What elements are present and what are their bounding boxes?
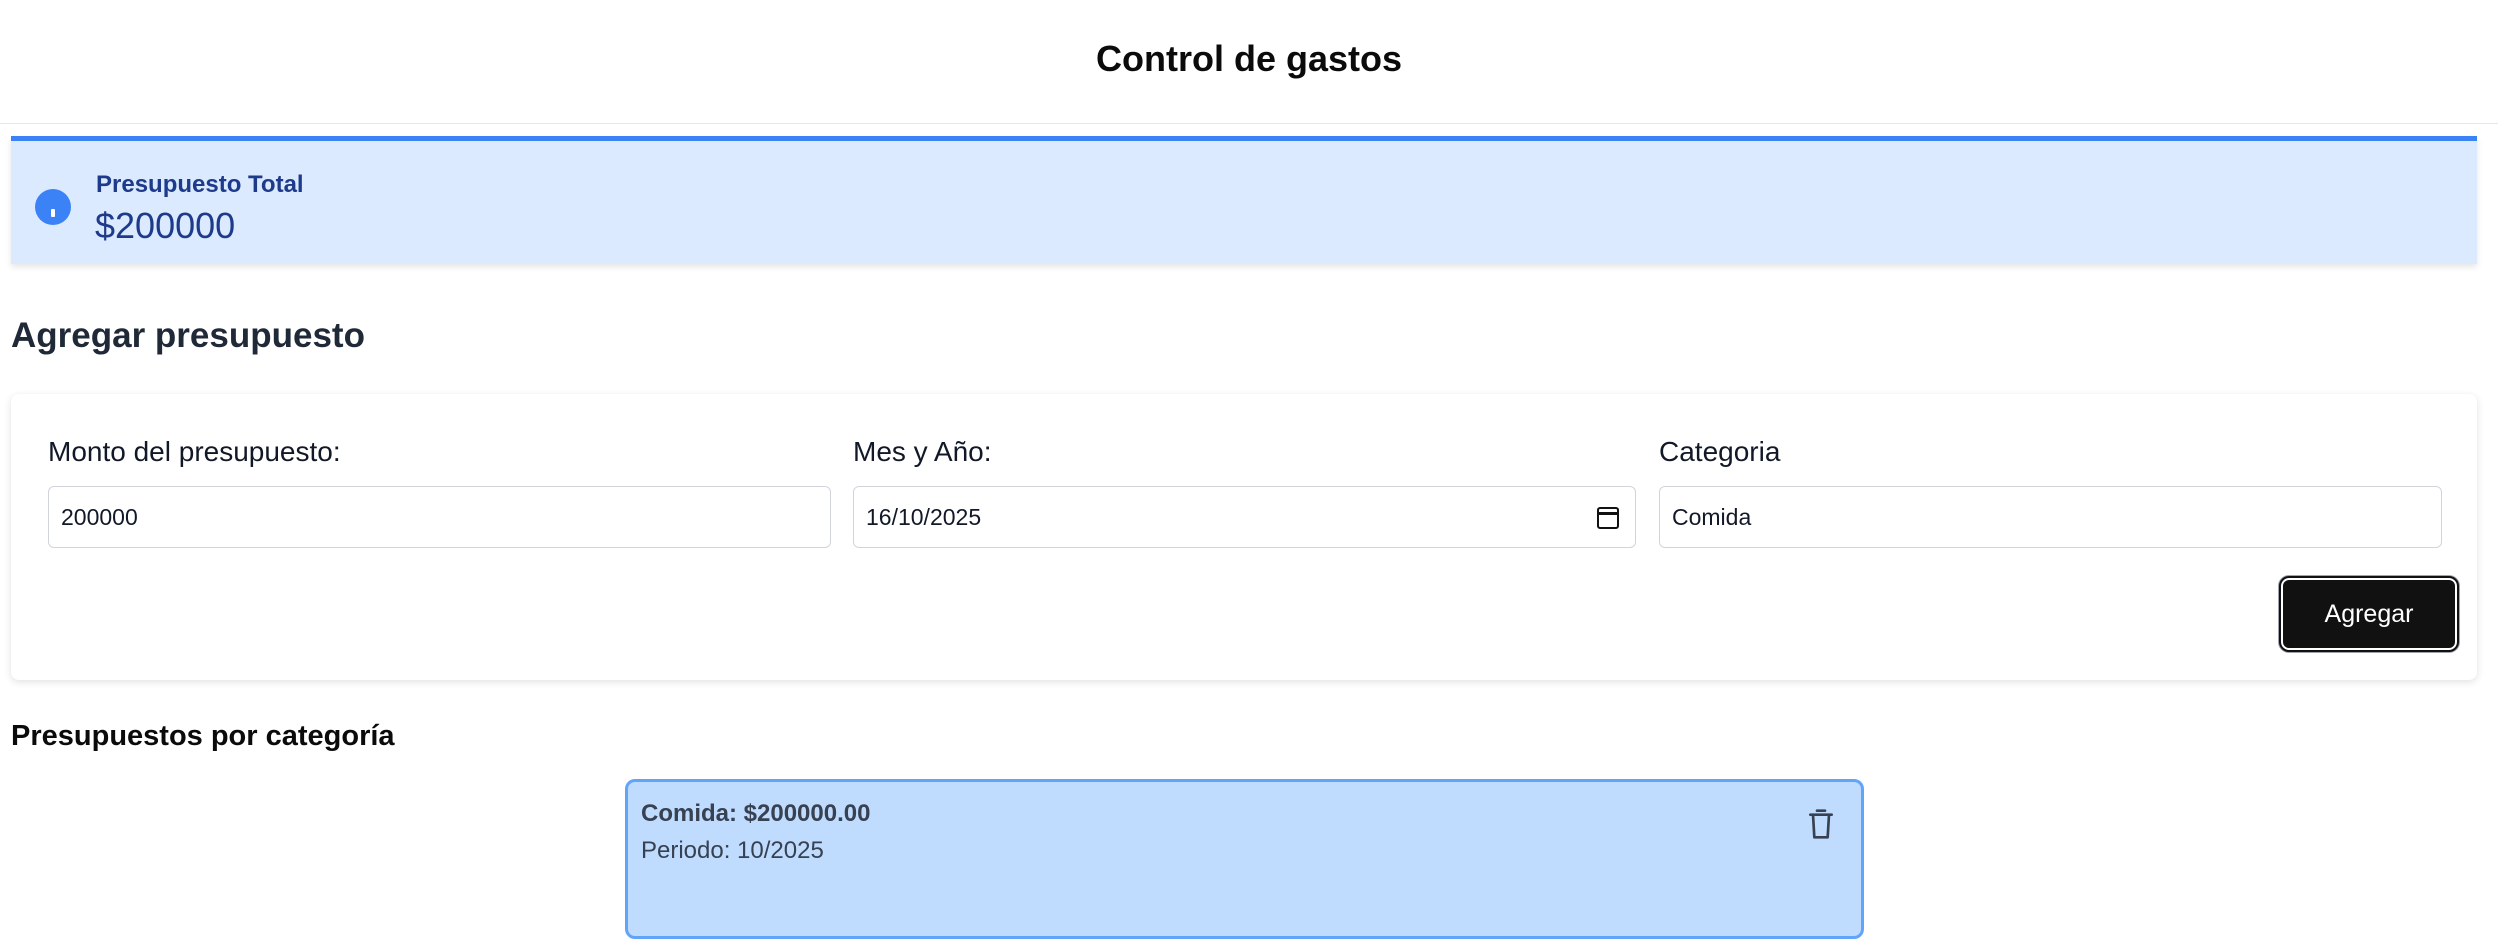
app-header: Control de gastos bbox=[0, 0, 2498, 124]
add-button[interactable]: Agregar bbox=[2279, 576, 2459, 652]
date-field-group: Mes y Año: 16/10/2025 bbox=[853, 436, 1636, 548]
budget-card: Comida: $200000.00 Periodo: 10/2025 bbox=[625, 779, 1864, 939]
total-budget-value: $200000 bbox=[95, 205, 236, 246]
category-input[interactable]: Comida bbox=[1659, 486, 2442, 548]
add-budget-title: Agregar presupuesto bbox=[11, 316, 365, 355]
date-input[interactable]: 16/10/2025 bbox=[853, 486, 1636, 548]
amount-input[interactable]: 200000 bbox=[48, 486, 831, 548]
info-icon bbox=[35, 189, 71, 225]
budget-card-title: Comida: $200000.00 bbox=[641, 800, 871, 827]
trash-icon[interactable] bbox=[1805, 806, 1837, 842]
add-budget-form: Monto del presupuesto: 200000 Mes y Año:… bbox=[11, 394, 2477, 680]
category-field-group: Categoria Comida bbox=[1659, 436, 2442, 548]
budget-card-period: Periodo: 10/2025 bbox=[641, 837, 824, 864]
total-budget-label: Presupuesto Total bbox=[96, 171, 304, 198]
date-value: 16/10/2025 bbox=[866, 503, 982, 530]
page-title: Control de gastos bbox=[1095, 37, 1403, 79]
category-label: Categoria bbox=[1659, 436, 1781, 467]
date-label: Mes y Año: bbox=[853, 436, 992, 467]
calendar-icon[interactable] bbox=[1597, 507, 1619, 529]
category-value: Comida bbox=[1672, 503, 1752, 530]
total-budget-banner: Presupuesto Total $200000 bbox=[11, 136, 2477, 264]
amount-value: 200000 bbox=[61, 503, 138, 530]
amount-field-group: Monto del presupuesto: 200000 bbox=[48, 436, 831, 548]
amount-label: Monto del presupuesto: bbox=[48, 436, 341, 467]
budgets-by-category-title: Presupuestos por categoría bbox=[11, 720, 395, 752]
